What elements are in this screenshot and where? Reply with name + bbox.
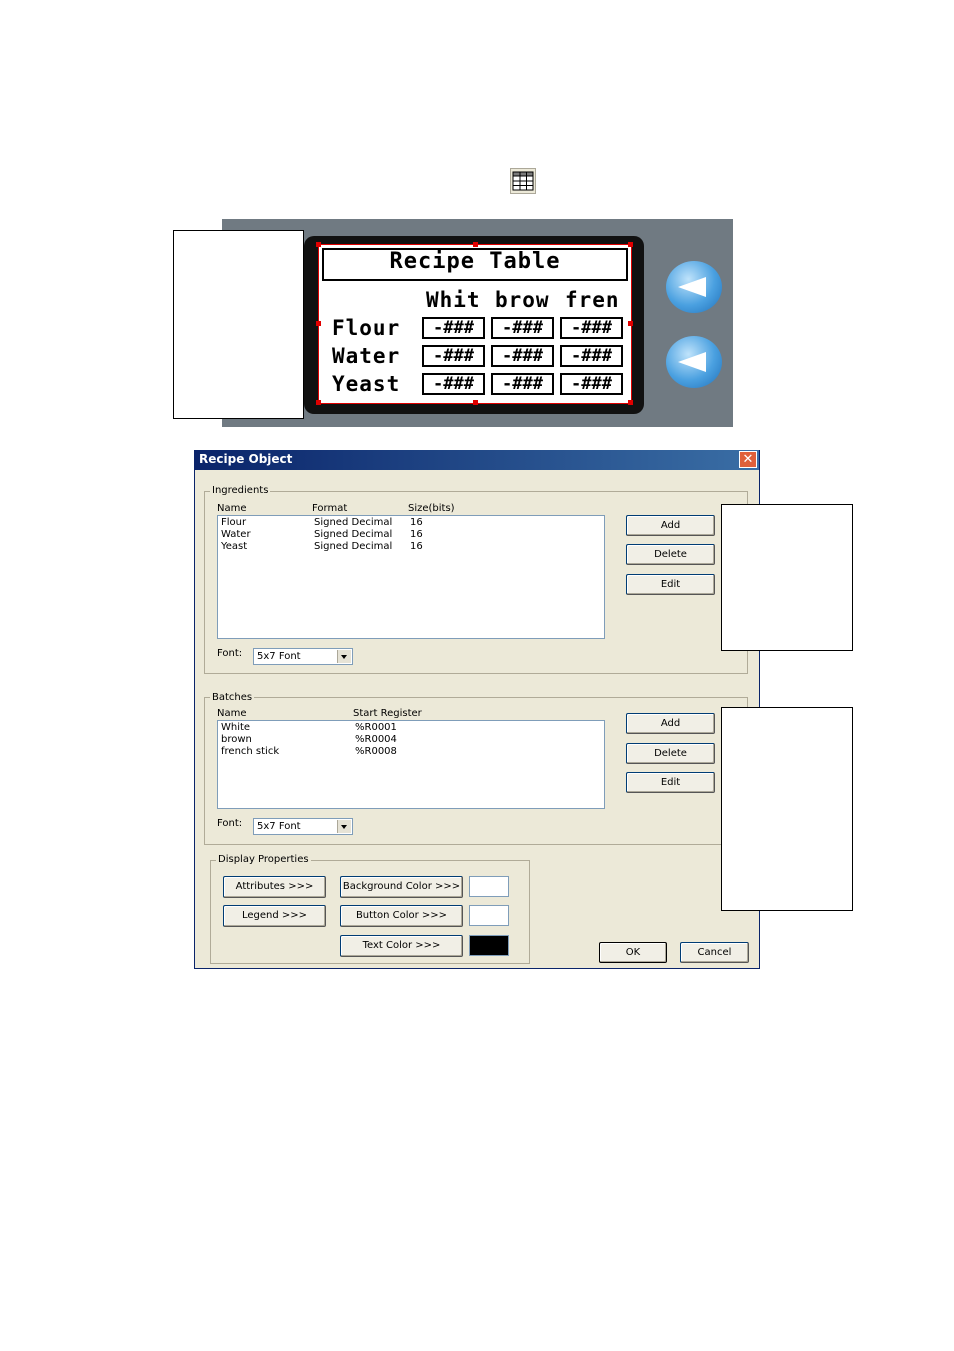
batches-list[interactable] (217, 720, 605, 809)
callout-box (721, 707, 853, 911)
ingredient-name[interactable]: Flour (221, 517, 246, 528)
recipe-table-icon[interactable] (510, 168, 536, 194)
batches-font-label: Font: (217, 818, 243, 829)
callout-box (173, 230, 304, 419)
ingredients-font-value: 5x7 Font (257, 651, 301, 662)
batch-edit-button[interactable]: Edit (626, 772, 715, 793)
ingredient-format: Signed Decimal (314, 529, 393, 540)
ingredient-format: Signed Decimal (314, 541, 393, 552)
column-header: Size(bits) (408, 503, 455, 514)
column-header: Format (312, 503, 348, 514)
ingredients-font-label: Font: (217, 648, 243, 659)
column-header: Name (217, 708, 247, 719)
resize-handle[interactable] (628, 400, 633, 405)
ingredient-name[interactable]: Water (221, 529, 251, 540)
lcd-cell: -### (422, 317, 485, 339)
resize-handle[interactable] (473, 400, 478, 405)
ingredient-add-button[interactable]: Add (626, 515, 715, 536)
attributes-button[interactable]: Attributes >>> (223, 876, 326, 898)
ingredient-size: 16 (410, 529, 423, 540)
legend-button[interactable]: Legend >>> (223, 905, 326, 927)
lcd-title: Recipe Table (389, 249, 561, 274)
text-color-swatch (469, 935, 509, 956)
batch-add-button[interactable]: Add (626, 713, 715, 734)
batches-font-value: 5x7 Font (257, 821, 301, 832)
ok-button[interactable]: OK (599, 942, 667, 963)
lcd-batch-header-2: brow (495, 288, 550, 312)
batch-register: %R0004 (355, 734, 397, 745)
lcd-row-label: Flour (332, 316, 401, 340)
ingredient-edit-button[interactable]: Edit (626, 574, 715, 595)
arrow-left-icon (678, 352, 706, 372)
background-color-swatch (469, 876, 509, 897)
lcd-batch-header-1: Whit (426, 288, 481, 312)
display-properties-label: Display Properties (216, 854, 311, 865)
ingredients-font-select[interactable]: 5x7 Font (253, 648, 353, 665)
ingredient-delete-button[interactable]: Delete (626, 544, 715, 565)
resize-handle[interactable] (473, 242, 478, 247)
batches-font-select[interactable]: 5x7 Font (253, 818, 353, 835)
callout-box (721, 504, 853, 651)
ingredient-format: Signed Decimal (314, 517, 393, 528)
ingredient-size: 16 (410, 517, 423, 528)
chevron-down-icon[interactable] (337, 650, 351, 663)
batch-register: %R0001 (355, 722, 397, 733)
lcd-batch-header-3: fren (565, 288, 620, 312)
resize-handle[interactable] (628, 242, 633, 247)
batch-name[interactable]: White (221, 722, 250, 733)
close-icon: ✕ (742, 452, 754, 467)
nav-back-button[interactable] (666, 261, 722, 313)
button-color-button[interactable]: Button Color >>> (340, 905, 463, 927)
cancel-button[interactable]: Cancel (680, 942, 749, 963)
chevron-down-icon[interactable] (337, 820, 351, 833)
batches-group-label: Batches (210, 692, 255, 703)
lcd-cell: -### (560, 317, 623, 339)
lcd-cell: -### (491, 345, 554, 367)
lcd-cell: -### (422, 373, 485, 395)
batch-name[interactable]: brown (221, 734, 252, 745)
lcd-row-label: Water (332, 344, 401, 368)
resize-handle[interactable] (628, 321, 633, 326)
close-button[interactable]: ✕ (739, 451, 757, 468)
arrow-left-icon (678, 277, 706, 297)
lcd-cell: -### (491, 373, 554, 395)
ingredient-size: 16 (410, 541, 423, 552)
batch-register: %R0008 (355, 746, 397, 757)
batch-name[interactable]: french stick (221, 746, 279, 757)
ingredient-name[interactable]: Yeast (221, 541, 247, 552)
nav-back-button[interactable] (666, 336, 722, 388)
column-header: Name (217, 503, 247, 514)
lcd-cell: -### (560, 373, 623, 395)
column-header: Start Register (353, 708, 422, 719)
lcd-row-label: Yeast (332, 372, 401, 396)
resize-handle[interactable] (316, 400, 321, 405)
resize-handle[interactable] (316, 321, 321, 326)
lcd-cell: -### (491, 317, 554, 339)
resize-handle[interactable] (316, 242, 321, 247)
batch-delete-button[interactable]: Delete (626, 743, 715, 764)
text-color-button[interactable]: Text Color >>> (340, 935, 463, 957)
lcd-cell: -### (560, 345, 623, 367)
lcd-cell: -### (422, 345, 485, 367)
button-color-swatch (469, 905, 509, 926)
ingredients-group-label: Ingredients (210, 485, 271, 496)
dialog-title: Recipe Object (199, 452, 293, 466)
background-color-button[interactable]: Background Color >>> (340, 876, 463, 898)
